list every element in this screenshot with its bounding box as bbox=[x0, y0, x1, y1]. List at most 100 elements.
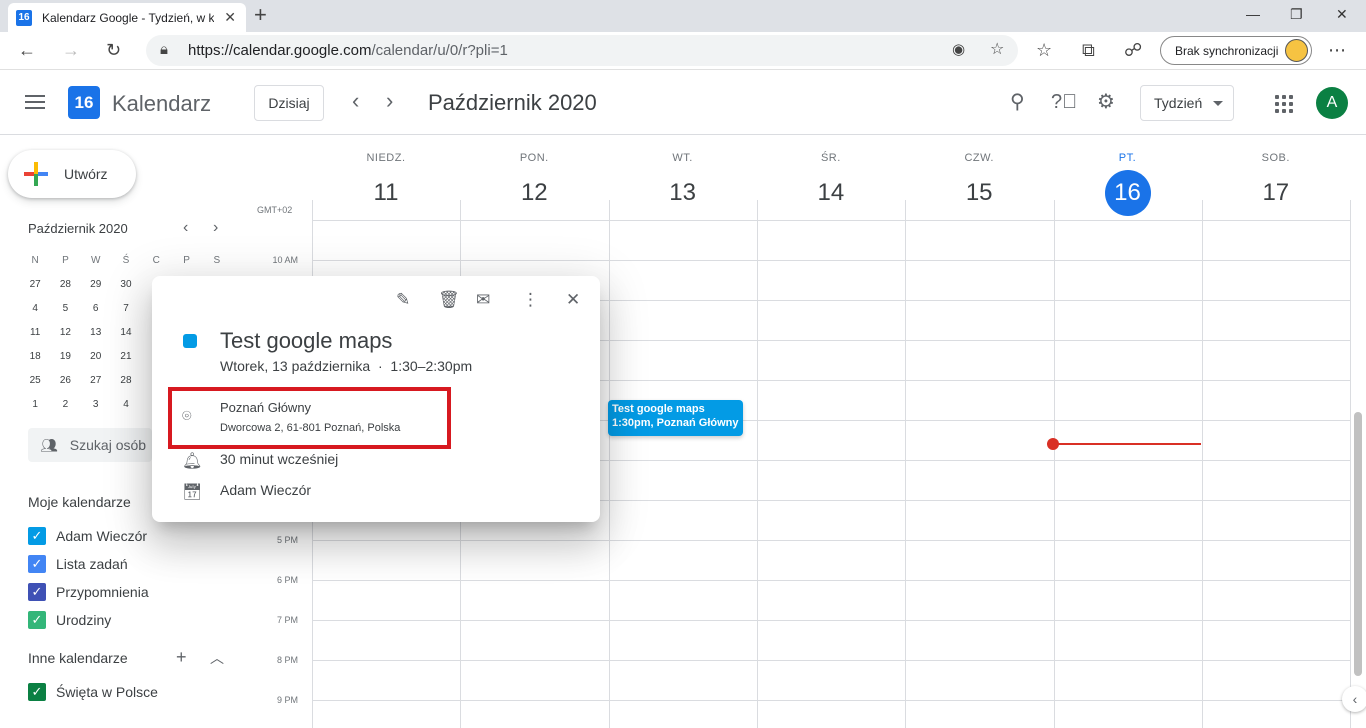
calendar-list-item[interactable]: ✓ Lista zadań bbox=[28, 554, 128, 574]
mini-day[interactable]: 6 bbox=[81, 303, 111, 314]
mini-day[interactable]: 3 bbox=[81, 399, 111, 410]
mini-day[interactable]: 27 bbox=[81, 375, 111, 386]
prev-week-icon[interactable]: ‹ bbox=[352, 89, 359, 113]
search-people-input[interactable]: 👥︎ Szukaj osób bbox=[28, 428, 152, 462]
mini-day[interactable]: 21 bbox=[111, 351, 141, 362]
mini-day[interactable]: 19 bbox=[50, 351, 80, 362]
mini-next-month-icon[interactable]: › bbox=[213, 219, 218, 237]
reload-icon[interactable]: ↻ bbox=[106, 40, 121, 60]
email-icon[interactable]: ✉ bbox=[476, 290, 490, 310]
scrollbar[interactable] bbox=[1354, 412, 1362, 676]
my-calendars-title[interactable]: Moje kalendarze bbox=[28, 494, 131, 510]
back-icon[interactable]: ← bbox=[18, 40, 36, 60]
mini-day[interactable]: 26 bbox=[50, 375, 80, 386]
delete-trash-icon[interactable]: 🗑︎ bbox=[438, 290, 460, 310]
calendar-list-item[interactable]: ✓ Adam Wieczór bbox=[28, 526, 147, 546]
mini-day[interactable]: 14 bbox=[111, 327, 141, 338]
checkbox-check-icon[interactable]: ✓ bbox=[28, 555, 46, 573]
feedback-icon[interactable]: ☍ bbox=[1124, 40, 1142, 60]
grid-column-divider bbox=[756, 200, 758, 728]
add-calendar-icon[interactable]: + bbox=[176, 647, 187, 668]
mini-day[interactable]: 7 bbox=[111, 303, 141, 314]
new-tab-icon[interactable]: + bbox=[254, 4, 267, 26]
mini-day[interactable]: 30 bbox=[111, 279, 141, 290]
day-number[interactable]: 12 bbox=[521, 179, 548, 206]
restore-icon[interactable]: ❐ bbox=[1290, 6, 1303, 23]
event-location-name[interactable]: Poznań Główny bbox=[220, 400, 311, 415]
checkbox-check-icon[interactable]: ✓ bbox=[28, 683, 46, 701]
event-chip-detail: 1:30pm, Poznań Główny bbox=[612, 417, 739, 429]
day-column-header[interactable]: NIEDZ. 11 bbox=[312, 152, 460, 216]
mini-prev-month-icon[interactable]: ‹ bbox=[183, 219, 188, 237]
create-button[interactable]: Utwórz bbox=[8, 150, 136, 198]
address-bar[interactable]: 🔒︎ https://calendar.google.com/calendar/… bbox=[146, 35, 1018, 66]
next-week-icon[interactable]: › bbox=[386, 89, 393, 113]
search-icon[interactable]: ⚲ bbox=[1010, 91, 1025, 113]
day-number[interactable]: 14 bbox=[818, 179, 845, 206]
browser-tab[interactable]: 16 Kalendarz Google - Tydzień, w któ ✕ bbox=[8, 3, 246, 32]
current-month-title: Październik 2020 bbox=[428, 90, 597, 115]
calendar-list-item[interactable]: ✓ Urodziny bbox=[28, 610, 111, 630]
edit-pencil-icon[interactable]: ✎ bbox=[396, 290, 410, 310]
day-column-header[interactable]: CZW. 15 bbox=[905, 152, 1053, 216]
close-tab-icon[interactable]: ✕ bbox=[224, 9, 236, 26]
collapse-icon[interactable]: ︿ bbox=[210, 648, 224, 668]
star-icon[interactable]: ☆ bbox=[990, 40, 1004, 60]
settings-gear-icon[interactable]: ⚙ bbox=[1097, 91, 1115, 113]
grid-hour-divider bbox=[312, 260, 1350, 261]
side-panel-chevron-icon[interactable]: ‹ bbox=[1342, 686, 1366, 712]
mini-day[interactable]: 28 bbox=[50, 279, 80, 290]
mini-day[interactable]: 29 bbox=[81, 279, 111, 290]
more-options-icon[interactable]: ⋯ bbox=[1328, 40, 1346, 60]
day-column-header[interactable]: PON. 12 bbox=[460, 152, 608, 216]
mini-day[interactable]: 20 bbox=[81, 351, 111, 362]
hour-label: 6 PM bbox=[276, 575, 298, 585]
collections-icon[interactable]: ⧉ bbox=[1082, 40, 1095, 60]
mini-day[interactable]: 27 bbox=[20, 279, 50, 290]
mini-day[interactable]: 18 bbox=[20, 351, 50, 362]
day-number[interactable]: 15 bbox=[966, 179, 993, 206]
mini-weekday-label: P bbox=[183, 254, 190, 266]
day-number[interactable]: 16 bbox=[1104, 170, 1151, 216]
minimize-icon[interactable]: — bbox=[1246, 6, 1260, 22]
today-button[interactable]: Dzisiaj bbox=[254, 85, 324, 121]
mini-day[interactable]: 2 bbox=[50, 399, 80, 410]
mini-day[interactable]: 11 bbox=[20, 327, 50, 338]
event-chip[interactable]: Test google maps 1:30pm, Poznań Główny bbox=[608, 400, 743, 436]
mini-day[interactable]: 4 bbox=[20, 303, 50, 314]
day-number[interactable]: 13 bbox=[669, 179, 696, 206]
tracking-icon[interactable]: ◉ bbox=[952, 40, 965, 60]
favorites-icon[interactable]: ☆ bbox=[1036, 40, 1052, 60]
day-column-header[interactable]: ŚR. 14 bbox=[757, 152, 905, 216]
day-column-header[interactable]: SOB. 17 bbox=[1202, 152, 1350, 216]
checkbox-check-icon[interactable]: ✓ bbox=[28, 583, 46, 601]
day-column-header[interactable]: WT. 13 bbox=[609, 152, 757, 216]
sync-button[interactable]: Brak synchronizacji bbox=[1160, 36, 1312, 65]
checkbox-check-icon[interactable]: ✓ bbox=[28, 611, 46, 629]
other-calendars-title[interactable]: Inne kalendarze bbox=[28, 650, 128, 666]
day-column-header[interactable]: PT. 16 bbox=[1054, 152, 1202, 216]
mini-day[interactable]: 12 bbox=[50, 327, 80, 338]
mini-day[interactable]: 25 bbox=[20, 375, 50, 386]
mini-day[interactable]: 5 bbox=[50, 303, 80, 314]
mini-day[interactable]: 13 bbox=[81, 327, 111, 338]
forward-icon[interactable]: → bbox=[62, 40, 80, 60]
more-vert-icon[interactable]: ⋮ bbox=[522, 290, 539, 310]
google-apps-icon[interactable] bbox=[1275, 95, 1293, 113]
day-number[interactable]: 17 bbox=[1262, 179, 1289, 206]
calendar-list-item[interactable]: ✓ Święta w Polsce bbox=[28, 682, 158, 702]
account-avatar[interactable]: A bbox=[1316, 87, 1348, 119]
close-window-icon[interactable]: ✕ bbox=[1336, 6, 1348, 23]
mini-day[interactable]: 4 bbox=[111, 399, 141, 410]
event-reminder: 30 minut wcześniej bbox=[220, 451, 339, 467]
mini-day[interactable]: 1 bbox=[20, 399, 50, 410]
calendar-list-item[interactable]: ✓ Przypomnienia bbox=[28, 582, 149, 602]
main-menu-icon[interactable] bbox=[25, 95, 45, 109]
close-icon[interactable]: ✕ bbox=[566, 290, 580, 310]
checkbox-check-icon[interactable]: ✓ bbox=[28, 527, 46, 545]
mini-day[interactable]: 28 bbox=[111, 375, 141, 386]
help-icon[interactable]: ?⃝ bbox=[1051, 91, 1077, 113]
event-calendar-owner: Adam Wieczór bbox=[220, 482, 312, 498]
day-number[interactable]: 11 bbox=[374, 179, 399, 206]
view-selector[interactable]: Tydzień bbox=[1140, 85, 1234, 121]
